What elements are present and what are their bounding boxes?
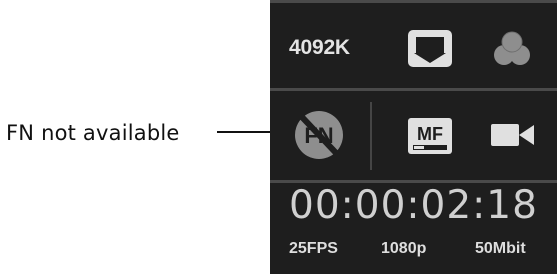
bitrate: 50Mbit <box>475 240 526 257</box>
focus-mode-label: MF <box>417 124 443 144</box>
video-camera-icon[interactable] <box>490 121 536 149</box>
manual-focus-icon[interactable]: MF <box>407 117 453 157</box>
timecode: 00:00:02:18 <box>289 183 538 228</box>
camera-status-panel: 4092K FN MF 00:00:02:18 25FPS 1080p 50Mb… <box>270 0 557 274</box>
fn-disabled-icon: FN <box>295 111 343 159</box>
callout-label: FN not available <box>6 121 180 145</box>
callout: FN not available <box>0 120 180 146</box>
row-separator-1 <box>270 88 557 91</box>
white-balance-value[interactable]: 4092K <box>289 36 350 60</box>
white-balance-preset-icon[interactable] <box>406 29 454 69</box>
resolution: 1080p <box>381 240 427 257</box>
vertical-separator <box>370 102 372 170</box>
top-separator <box>270 0 557 3</box>
color-circles-icon[interactable] <box>490 29 534 69</box>
frame-rate: 25FPS <box>289 240 338 257</box>
